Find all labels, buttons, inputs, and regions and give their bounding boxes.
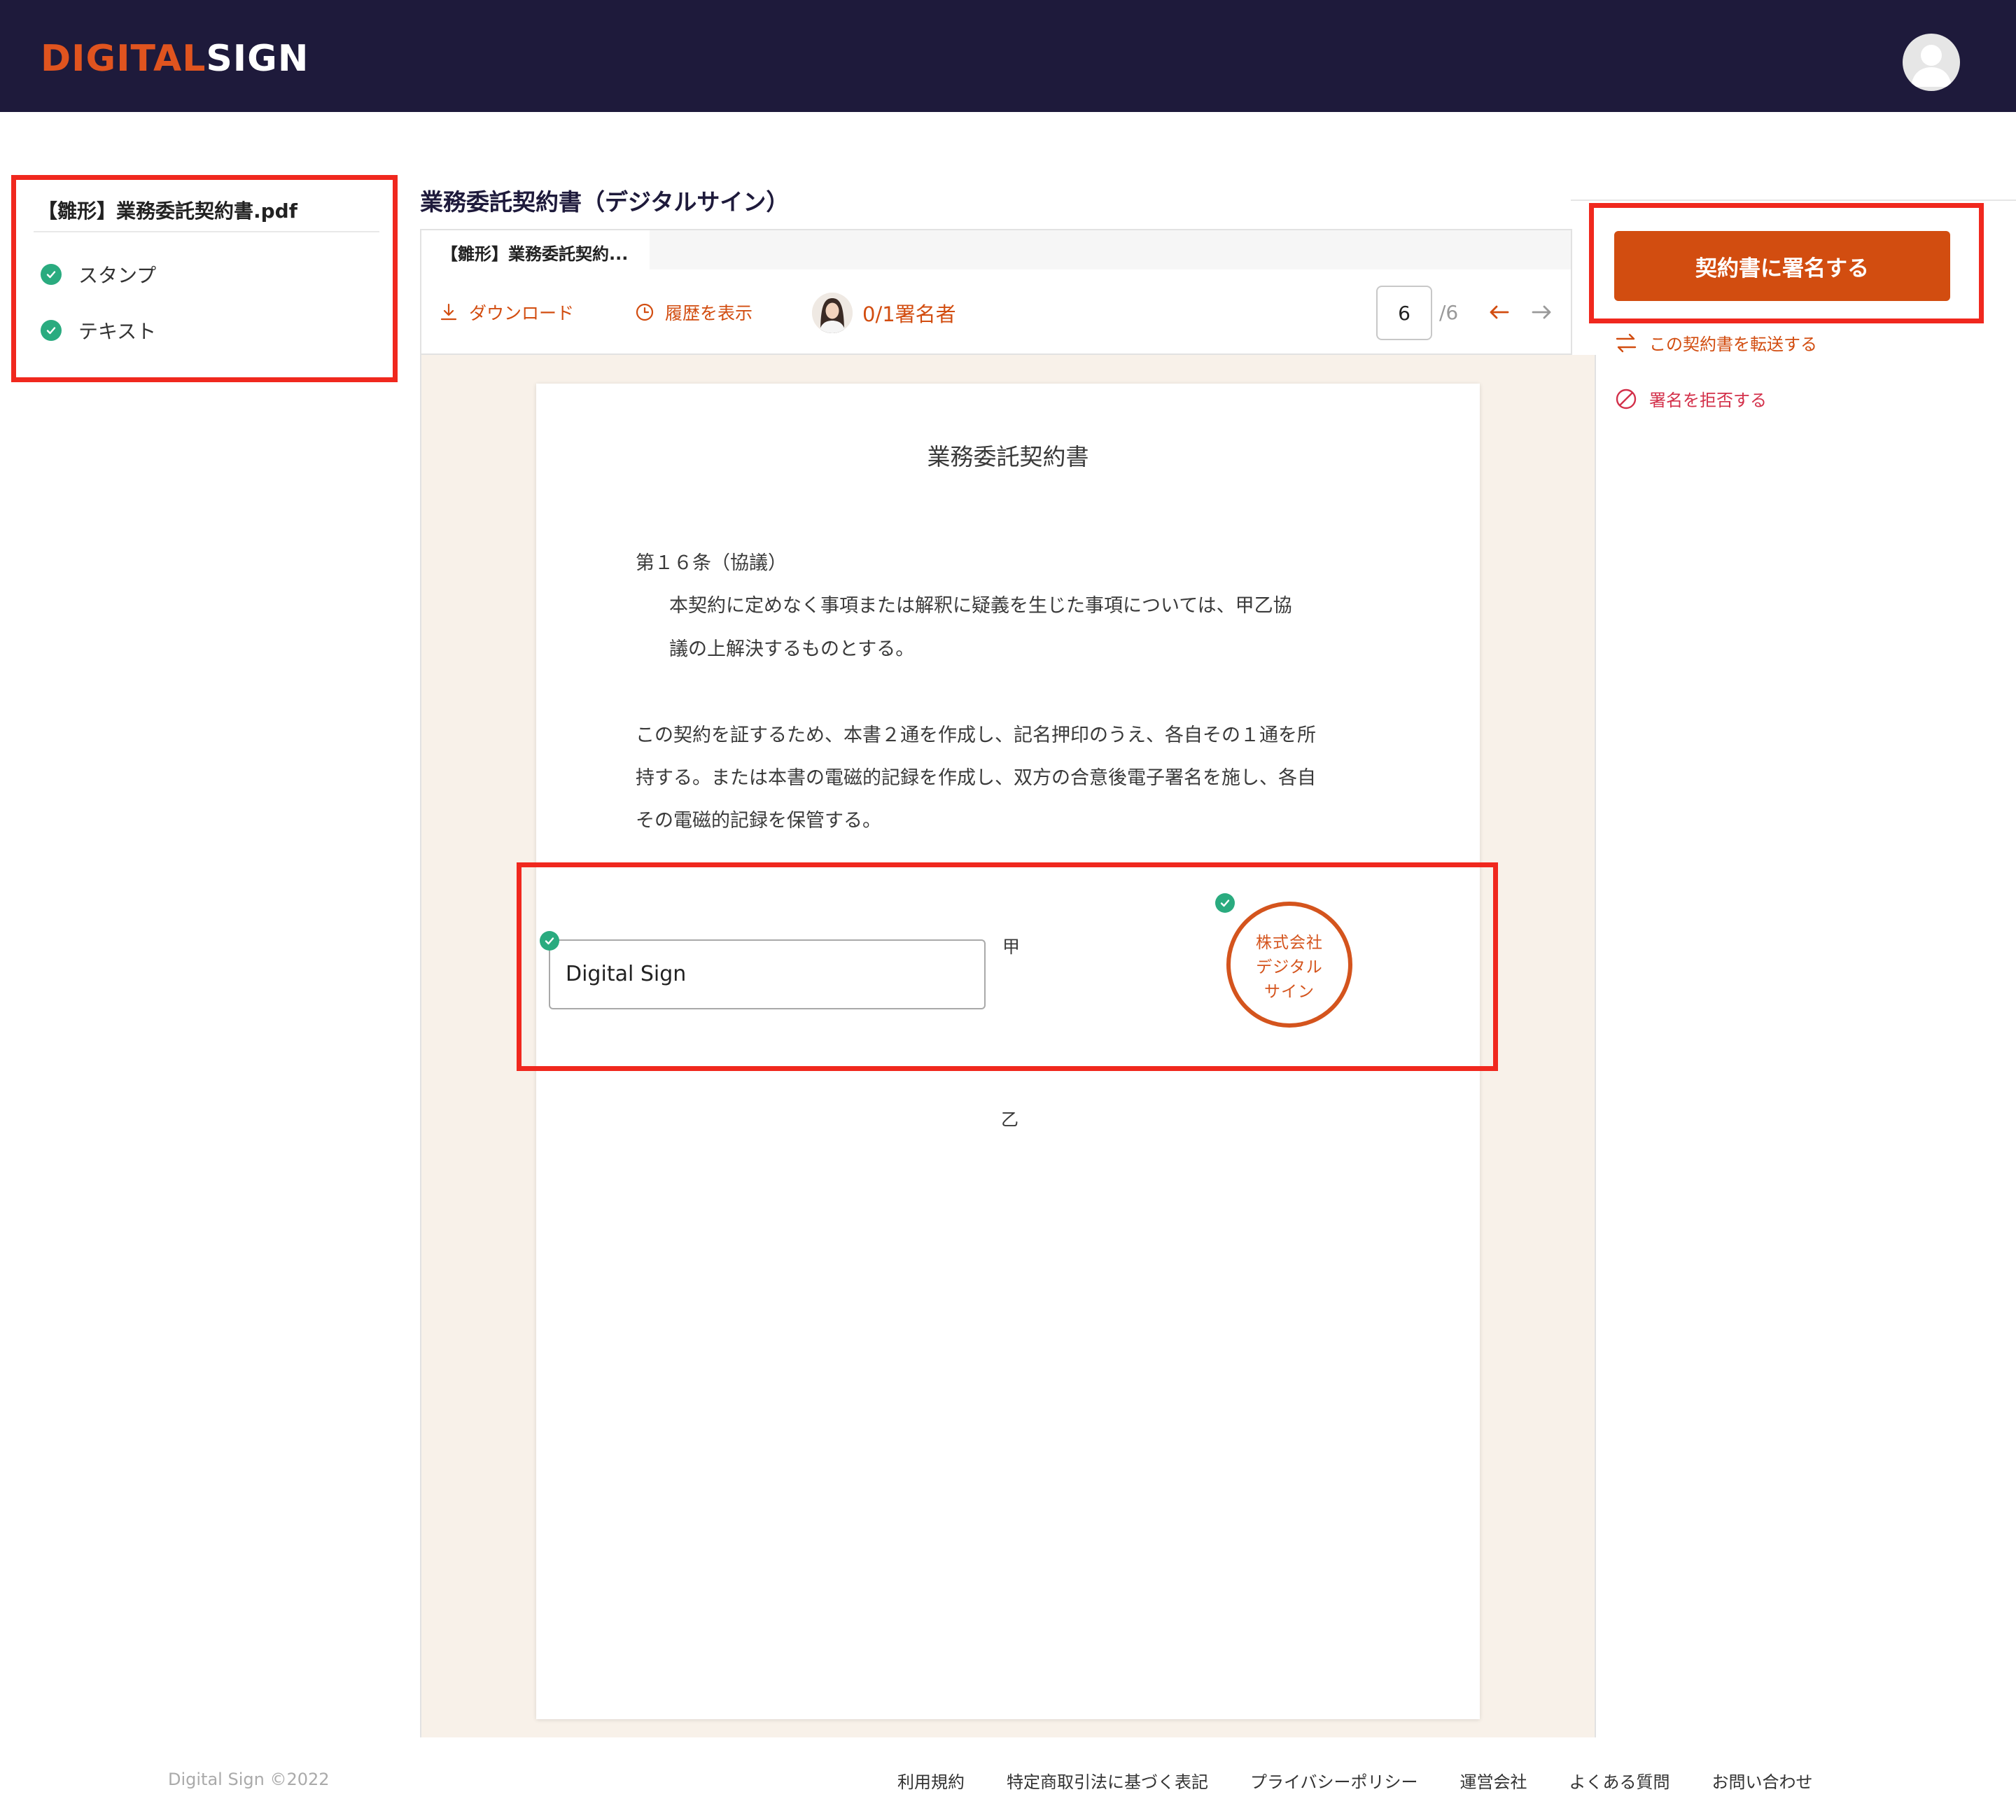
next-page-button[interactable] <box>1529 300 1554 328</box>
file-name: 【雛形】業務委託契約書.pdf <box>38 200 298 223</box>
divider <box>1571 200 2016 201</box>
closing-text-line: 持する。または本書の電磁的記録を作成し、双方の合意後電子署名を施し、各自 <box>636 767 1316 789</box>
article-text-line: 議の上解決するものとする。 <box>669 638 915 660</box>
clock-icon <box>636 303 654 321</box>
transfer-contract-link[interactable]: この契約書を転送する <box>1614 330 1817 355</box>
closing-text-line: この契約を証するため、本書２通を作成し、記名押印のうえ、各自その１通を所 <box>636 724 1316 746</box>
footer-link-contact[interactable]: お問い合わせ <box>1712 1768 1813 1793</box>
check-circle-icon <box>41 320 62 341</box>
user-avatar[interactable] <box>1903 34 1960 91</box>
footer-link-terms[interactable]: 利用規約 <box>897 1768 965 1793</box>
closing-text-line: その電磁的記録を保管する。 <box>636 810 881 832</box>
download-button[interactable]: ダウンロード <box>438 300 574 325</box>
signers-status[interactable]: 0/1署名者 <box>812 293 956 333</box>
user-icon <box>1911 45 1952 87</box>
field-item-stamp[interactable]: スタンプ <box>41 258 156 291</box>
footer-link-privacy[interactable]: プライバシーポリシー <box>1250 1768 1418 1793</box>
field-item-text[interactable]: テキスト <box>41 314 156 347</box>
highlight-sign-button <box>1589 203 1984 323</box>
transfer-icon <box>1616 333 1637 352</box>
field-item-label: スタンプ <box>78 264 157 287</box>
history-button[interactable]: 履歴を表示 <box>634 300 752 325</box>
prev-page-button[interactable] <box>1487 300 1512 328</box>
reject-signing-link[interactable]: 署名を拒否する <box>1614 386 1767 411</box>
footer-link-faq[interactable]: よくある質問 <box>1569 1768 1670 1793</box>
signer-avatar <box>812 293 853 333</box>
page-number-input[interactable]: 6 <box>1376 286 1432 340</box>
article-text-line: 本契約に定めなく事項または解釈に疑義を生じた事項については、甲乙協 <box>669 595 1292 617</box>
arrow-right-icon <box>1532 305 1551 319</box>
logo[interactable]: DIGITALSIGN <box>41 41 309 77</box>
party-b-label: 乙 <box>1001 1110 1019 1130</box>
prohibited-icon <box>1616 388 1637 409</box>
pdf-heading: 業務委託契約書 <box>927 443 1089 470</box>
highlight-signature-area <box>517 862 1498 1071</box>
footer-link-company[interactable]: 運営会社 <box>1460 1768 1527 1793</box>
download-icon <box>440 303 457 321</box>
footer-link-commerce-act[interactable]: 特定商取引法に基づく表記 <box>1007 1768 1208 1793</box>
check-circle-icon <box>41 264 62 285</box>
field-item-label: テキスト <box>78 320 157 343</box>
document-title: 業務委託契約書（デジタルサイン） <box>420 188 790 216</box>
article-title: 第１６条（協議） <box>636 552 787 574</box>
divider <box>34 231 379 232</box>
tab-document[interactable]: 【雛形】業務委託契約... <box>421 230 650 271</box>
arrow-left-icon <box>1490 305 1509 319</box>
page-total: /6 <box>1439 301 1459 324</box>
copyright: Digital Sign ©2022 <box>168 1770 330 1789</box>
footer-links: 利用規約 特定商取引法に基づく表記 プライバシーポリシー 運営会社 よくある質問… <box>897 1768 1813 1793</box>
